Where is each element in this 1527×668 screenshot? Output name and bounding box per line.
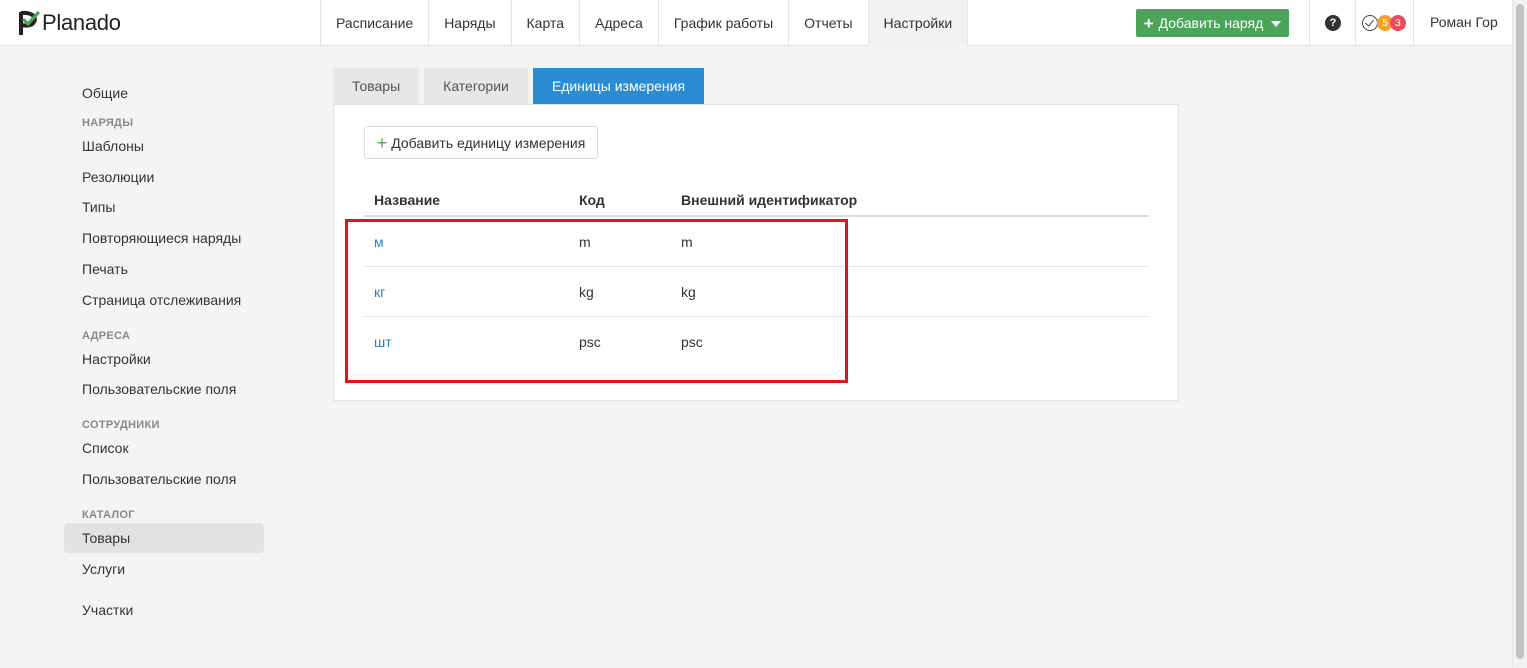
- top-navbar: Planado Расписание Наряды Карта Адреса Г…: [0, 0, 1512, 46]
- nav-work-schedule[interactable]: График работы: [659, 0, 790, 46]
- sidebar-item-tracking-page[interactable]: Страница отслеживания: [64, 285, 264, 315]
- nav-map[interactable]: Карта: [512, 0, 580, 46]
- table-row: шт psc psc: [364, 317, 1149, 367]
- nav-schedule[interactable]: Расписание: [321, 0, 430, 46]
- unit-name-link[interactable]: кг: [374, 284, 385, 300]
- sidebar-item-print[interactable]: Печать: [64, 254, 264, 284]
- nav-reports[interactable]: Отчеты: [789, 0, 869, 46]
- main-nav: Расписание Наряды Карта Адреса График ра…: [320, 0, 969, 46]
- page-scrollbar[interactable]: [1512, 0, 1527, 668]
- unit-name-link[interactable]: м: [374, 234, 384, 250]
- table-header: Название Код Внешний идентификатор: [364, 185, 1149, 217]
- logo-text: Planado: [42, 10, 121, 35]
- nav-addresses[interactable]: Адреса: [580, 0, 659, 46]
- sidebar-item-general[interactable]: Общие: [64, 78, 264, 108]
- sidebar-item-address-custom-fields[interactable]: Пользовательские поля: [64, 374, 264, 404]
- sidebar-section-catalog: Каталог: [82, 508, 135, 521]
- sidebar-item-employee-list[interactable]: Список: [64, 433, 264, 463]
- sidebar-item-address-settings[interactable]: Настройки: [64, 344, 264, 374]
- unit-name-link[interactable]: шт: [374, 334, 392, 350]
- planado-logo-icon: [19, 10, 40, 35]
- check-circle-icon: [1362, 15, 1378, 31]
- sidebar-section-orders: Наряды: [82, 116, 134, 129]
- table-row: кг kg kg: [364, 267, 1149, 317]
- settings-sidebar: Общие Наряды Шаблоны Резолюции Типы Повт…: [64, 78, 264, 626]
- units-panel: + Добавить единицу измерения Название Ко…: [333, 104, 1179, 401]
- topbar-divider: [1355, 0, 1356, 46]
- add-unit-button[interactable]: + Добавить единицу измерения: [364, 126, 598, 159]
- topbar-divider: [1309, 0, 1310, 46]
- plus-icon: +: [1143, 13, 1154, 33]
- sidebar-item-templates[interactable]: Шаблоны: [64, 131, 264, 161]
- unit-code: m: [579, 233, 591, 250]
- unit-external-id: kg: [681, 283, 696, 300]
- planado-logo[interactable]: Planado: [18, 9, 121, 37]
- sidebar-item-resolutions[interactable]: Резолюции: [64, 162, 264, 192]
- caret-down-icon: [1271, 21, 1282, 27]
- add-unit-label: Добавить единицу измерения: [391, 134, 586, 151]
- column-header-code: Код: [579, 192, 605, 208]
- unit-external-id: m: [681, 233, 693, 250]
- red-count-badge: 3: [1390, 15, 1406, 31]
- catalog-tabs: Товары Категории Единицы измерения: [333, 68, 705, 104]
- sidebar-item-types[interactable]: Типы: [64, 192, 264, 222]
- user-menu[interactable]: Роман Гор: [1430, 14, 1498, 30]
- tab-products[interactable]: Товары: [333, 68, 420, 104]
- sidebar-item-services[interactable]: Услуги: [64, 554, 264, 584]
- table-row: м m m: [364, 217, 1149, 267]
- sidebar-section-addresses: Адреса: [82, 329, 131, 342]
- column-header-external-id: Внешний идентификатор: [681, 192, 858, 208]
- unit-external-id: psc: [681, 334, 703, 350]
- nav-settings[interactable]: Настройки: [868, 0, 969, 46]
- sidebar-item-areas[interactable]: Участки: [64, 595, 264, 625]
- units-table: Название Код Внешний идентификатор м m m…: [364, 185, 1149, 367]
- tab-categories[interactable]: Категории: [424, 68, 528, 104]
- plus-icon: +: [376, 132, 388, 153]
- sidebar-section-employees: Сотрудники: [82, 419, 160, 432]
- add-order-label: Добавить наряд: [1158, 15, 1264, 31]
- nav-orders[interactable]: Наряды: [429, 0, 512, 46]
- topbar-divider: [1413, 0, 1414, 46]
- sidebar-item-employee-custom-fields[interactable]: Пользовательские поля: [64, 464, 264, 494]
- help-icon[interactable]: ?: [1325, 15, 1341, 31]
- add-order-button[interactable]: + Добавить наряд: [1136, 9, 1289, 37]
- sidebar-item-recurring-orders[interactable]: Повторяющиеся наряды: [64, 223, 264, 253]
- notifications-button[interactable]: 5 3: [1362, 14, 1408, 32]
- unit-code: kg: [579, 283, 594, 300]
- column-header-name: Название: [374, 192, 441, 208]
- tab-units[interactable]: Единицы измерения: [532, 68, 705, 104]
- unit-code: psc: [579, 334, 601, 350]
- scrollbar-thumb[interactable]: [1516, 4, 1524, 659]
- sidebar-item-products[interactable]: Товары: [64, 522, 264, 553]
